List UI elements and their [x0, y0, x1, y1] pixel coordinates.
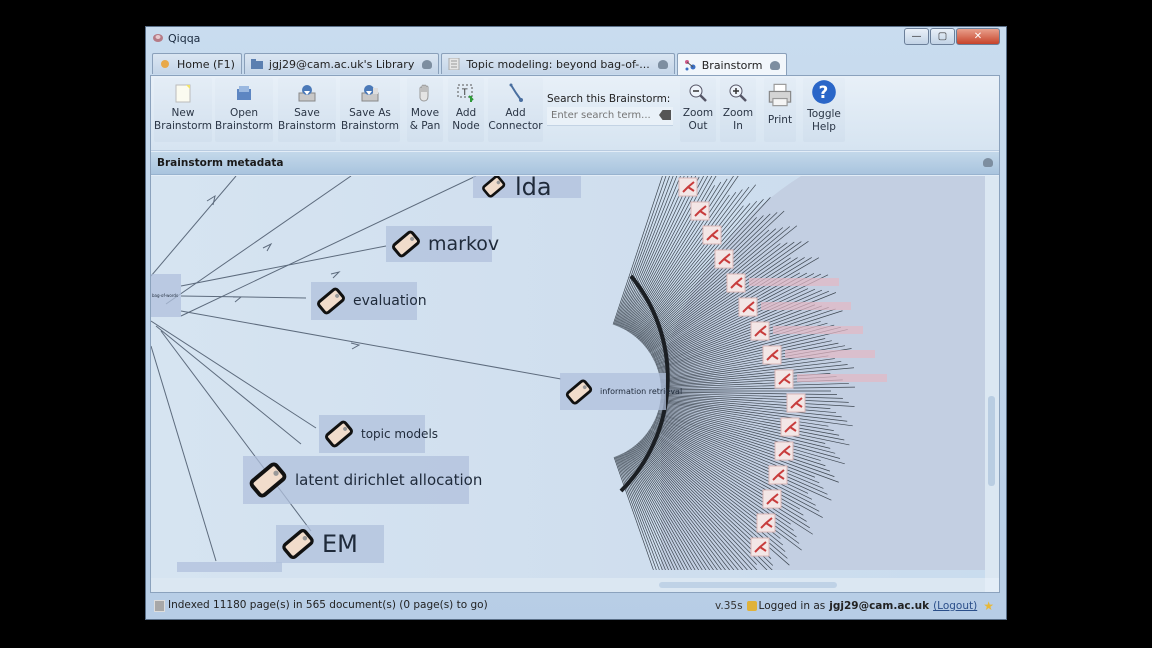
window-controls: — ▢ ✕ — [903, 28, 1000, 45]
home-icon — [161, 60, 169, 68]
pin-icon[interactable] — [983, 158, 993, 167]
tag-icon — [482, 176, 506, 198]
node-latent-dirichlet-allocation[interactable]: latent dirichlet allocation — [243, 456, 482, 504]
tab-label: Topic modeling: beyond bag-of-... — [466, 57, 650, 71]
hand-icon — [419, 84, 429, 102]
clear-search-icon[interactable] — [659, 110, 671, 120]
tab-strip: Home (F1) jgj29@cam.ac.uk's Library Topi… — [152, 53, 789, 76]
username: jgj29@cam.ac.uk — [829, 600, 930, 612]
search-input[interactable] — [547, 107, 659, 123]
version-label: v.35s — [714, 600, 743, 612]
tab-home[interactable]: Home (F1) — [152, 53, 242, 74]
tab-library[interactable]: jgj29@cam.ac.uk's Library — [243, 53, 440, 74]
minimize-button[interactable]: — — [904, 28, 929, 45]
folder-icon — [250, 59, 263, 69]
save-as-icon — [361, 85, 379, 102]
node-markov[interactable]: markov — [386, 226, 499, 262]
document-title-band — [761, 302, 851, 310]
print-button[interactable]: Print — [764, 78, 796, 142]
node-lda[interactable]: lda — [473, 176, 581, 201]
node-topic-models[interactable]: topic models — [319, 415, 438, 453]
document-title-band — [773, 326, 863, 334]
qiqqa-logo-icon — [153, 34, 163, 42]
document-title-band — [785, 350, 875, 358]
tab-label: jgj29@cam.ac.uk's Library — [268, 57, 415, 71]
status-bar: Indexed 11180 page(s) in 565 document(s)… — [150, 595, 1000, 615]
tag-icon — [392, 230, 420, 258]
indexing-status: Indexed 11180 page(s) in 565 document(s)… — [168, 599, 488, 611]
vertical-scrollbar[interactable] — [985, 176, 999, 578]
connector-icon — [509, 83, 523, 102]
document-title-band — [797, 374, 887, 382]
save-icon — [298, 85, 316, 102]
brainstorm-canvas[interactable]: bag-of-words lda markov evaluation infor… — [151, 176, 985, 578]
svg-text:?: ? — [819, 83, 829, 102]
brainstorm-page: New Brainstorm Open Brainstorm Save Brainst… — [150, 75, 1000, 593]
title-bar: Qiqqa — ▢ ✕ — [146, 27, 1006, 51]
printer-icon — [768, 83, 792, 107]
lock-icon — [746, 601, 757, 611]
move-pan-button[interactable]: Move & Pan — [407, 78, 443, 142]
brainstorm-metadata-header[interactable]: Brainstorm metadata — [151, 152, 999, 175]
tag-icon — [317, 287, 345, 315]
toolbar: New Brainstorm Open Brainstorm Save Brainst… — [151, 76, 999, 151]
tab-label: Brainstorm — [701, 58, 763, 72]
zoom-in-icon — [729, 84, 747, 102]
horizontal-scrollbar[interactable] — [151, 578, 985, 592]
brainstorm-icon — [684, 60, 696, 71]
zoom-in-button[interactable]: Zoom In — [720, 78, 756, 142]
add-node-button[interactable]: T Add Node — [448, 78, 484, 142]
open-brainstorm-button[interactable]: Open Brainstorm — [215, 78, 273, 142]
tag-icon — [249, 462, 287, 498]
maximize-button[interactable]: ▢ — [930, 28, 955, 45]
document-fan — [612, 176, 985, 570]
new-brainstorm-button[interactable]: New Brainstorm — [154, 78, 212, 142]
connector-arrows — [206, 194, 361, 350]
qiqqa-window: Qiqqa — ▢ ✕ Home (F1) jgj29@cam.ac.uk's … — [145, 26, 1007, 620]
tag-icon — [325, 420, 353, 448]
tab-document[interactable]: Topic modeling: beyond bag-of-... — [441, 53, 675, 74]
pin-icon[interactable] — [770, 60, 781, 70]
document-icon — [448, 58, 460, 70]
node-partial[interactable] — [177, 562, 282, 572]
center-node[interactable]: bag-of-words — [151, 274, 181, 317]
close-button[interactable]: ✕ — [956, 28, 1000, 45]
scroll-thumb[interactable] — [988, 396, 995, 486]
open-folder-icon — [237, 86, 251, 100]
node-evaluation[interactable]: evaluation — [311, 282, 427, 320]
node-information-retrieval[interactable]: information retrieval — [560, 373, 682, 410]
logged-in-label: Logged in as — [758, 600, 826, 612]
svg-text:T: T — [461, 88, 468, 98]
search-label: Search this Brainstorm: — [547, 93, 671, 105]
login-status: v.35s Logged in as jgj29@cam.ac.uk (Logo… — [715, 599, 994, 613]
tag-icon — [565, 378, 593, 405]
tab-label: Home (F1) — [177, 57, 235, 71]
zoom-out-icon — [689, 84, 707, 102]
window-title: Qiqqa — [168, 32, 201, 45]
save-brainstorm-button[interactable]: Save Brainstorm — [278, 78, 336, 142]
toggle-help-button[interactable]: ? Toggle Help — [803, 78, 845, 142]
new-document-icon — [175, 84, 191, 103]
node-em[interactable]: EM — [276, 525, 384, 563]
search-box — [547, 107, 673, 126]
save-as-brainstorm-button[interactable]: Save As Brainstorm — [340, 78, 400, 142]
add-connector-button[interactable]: Add Connector — [488, 78, 543, 142]
document-title-band — [749, 278, 839, 286]
zoom-out-button[interactable]: Zoom Out — [680, 78, 716, 142]
scroll-thumb[interactable] — [659, 582, 837, 588]
add-node-icon: T — [457, 84, 474, 102]
tab-brainstorm[interactable]: Brainstorm — [676, 53, 788, 76]
star-icon[interactable]: ★ — [983, 599, 994, 613]
pin-icon[interactable] — [422, 59, 433, 69]
indexing-icon — [154, 600, 165, 612]
pin-icon[interactable] — [657, 59, 668, 69]
logout-link[interactable]: (Logout) — [933, 600, 977, 612]
help-icon: ? — [812, 80, 836, 104]
fan-connector — [613, 176, 667, 326]
tag-icon — [282, 528, 314, 560]
metadata-title: Brainstorm metadata — [157, 157, 284, 169]
